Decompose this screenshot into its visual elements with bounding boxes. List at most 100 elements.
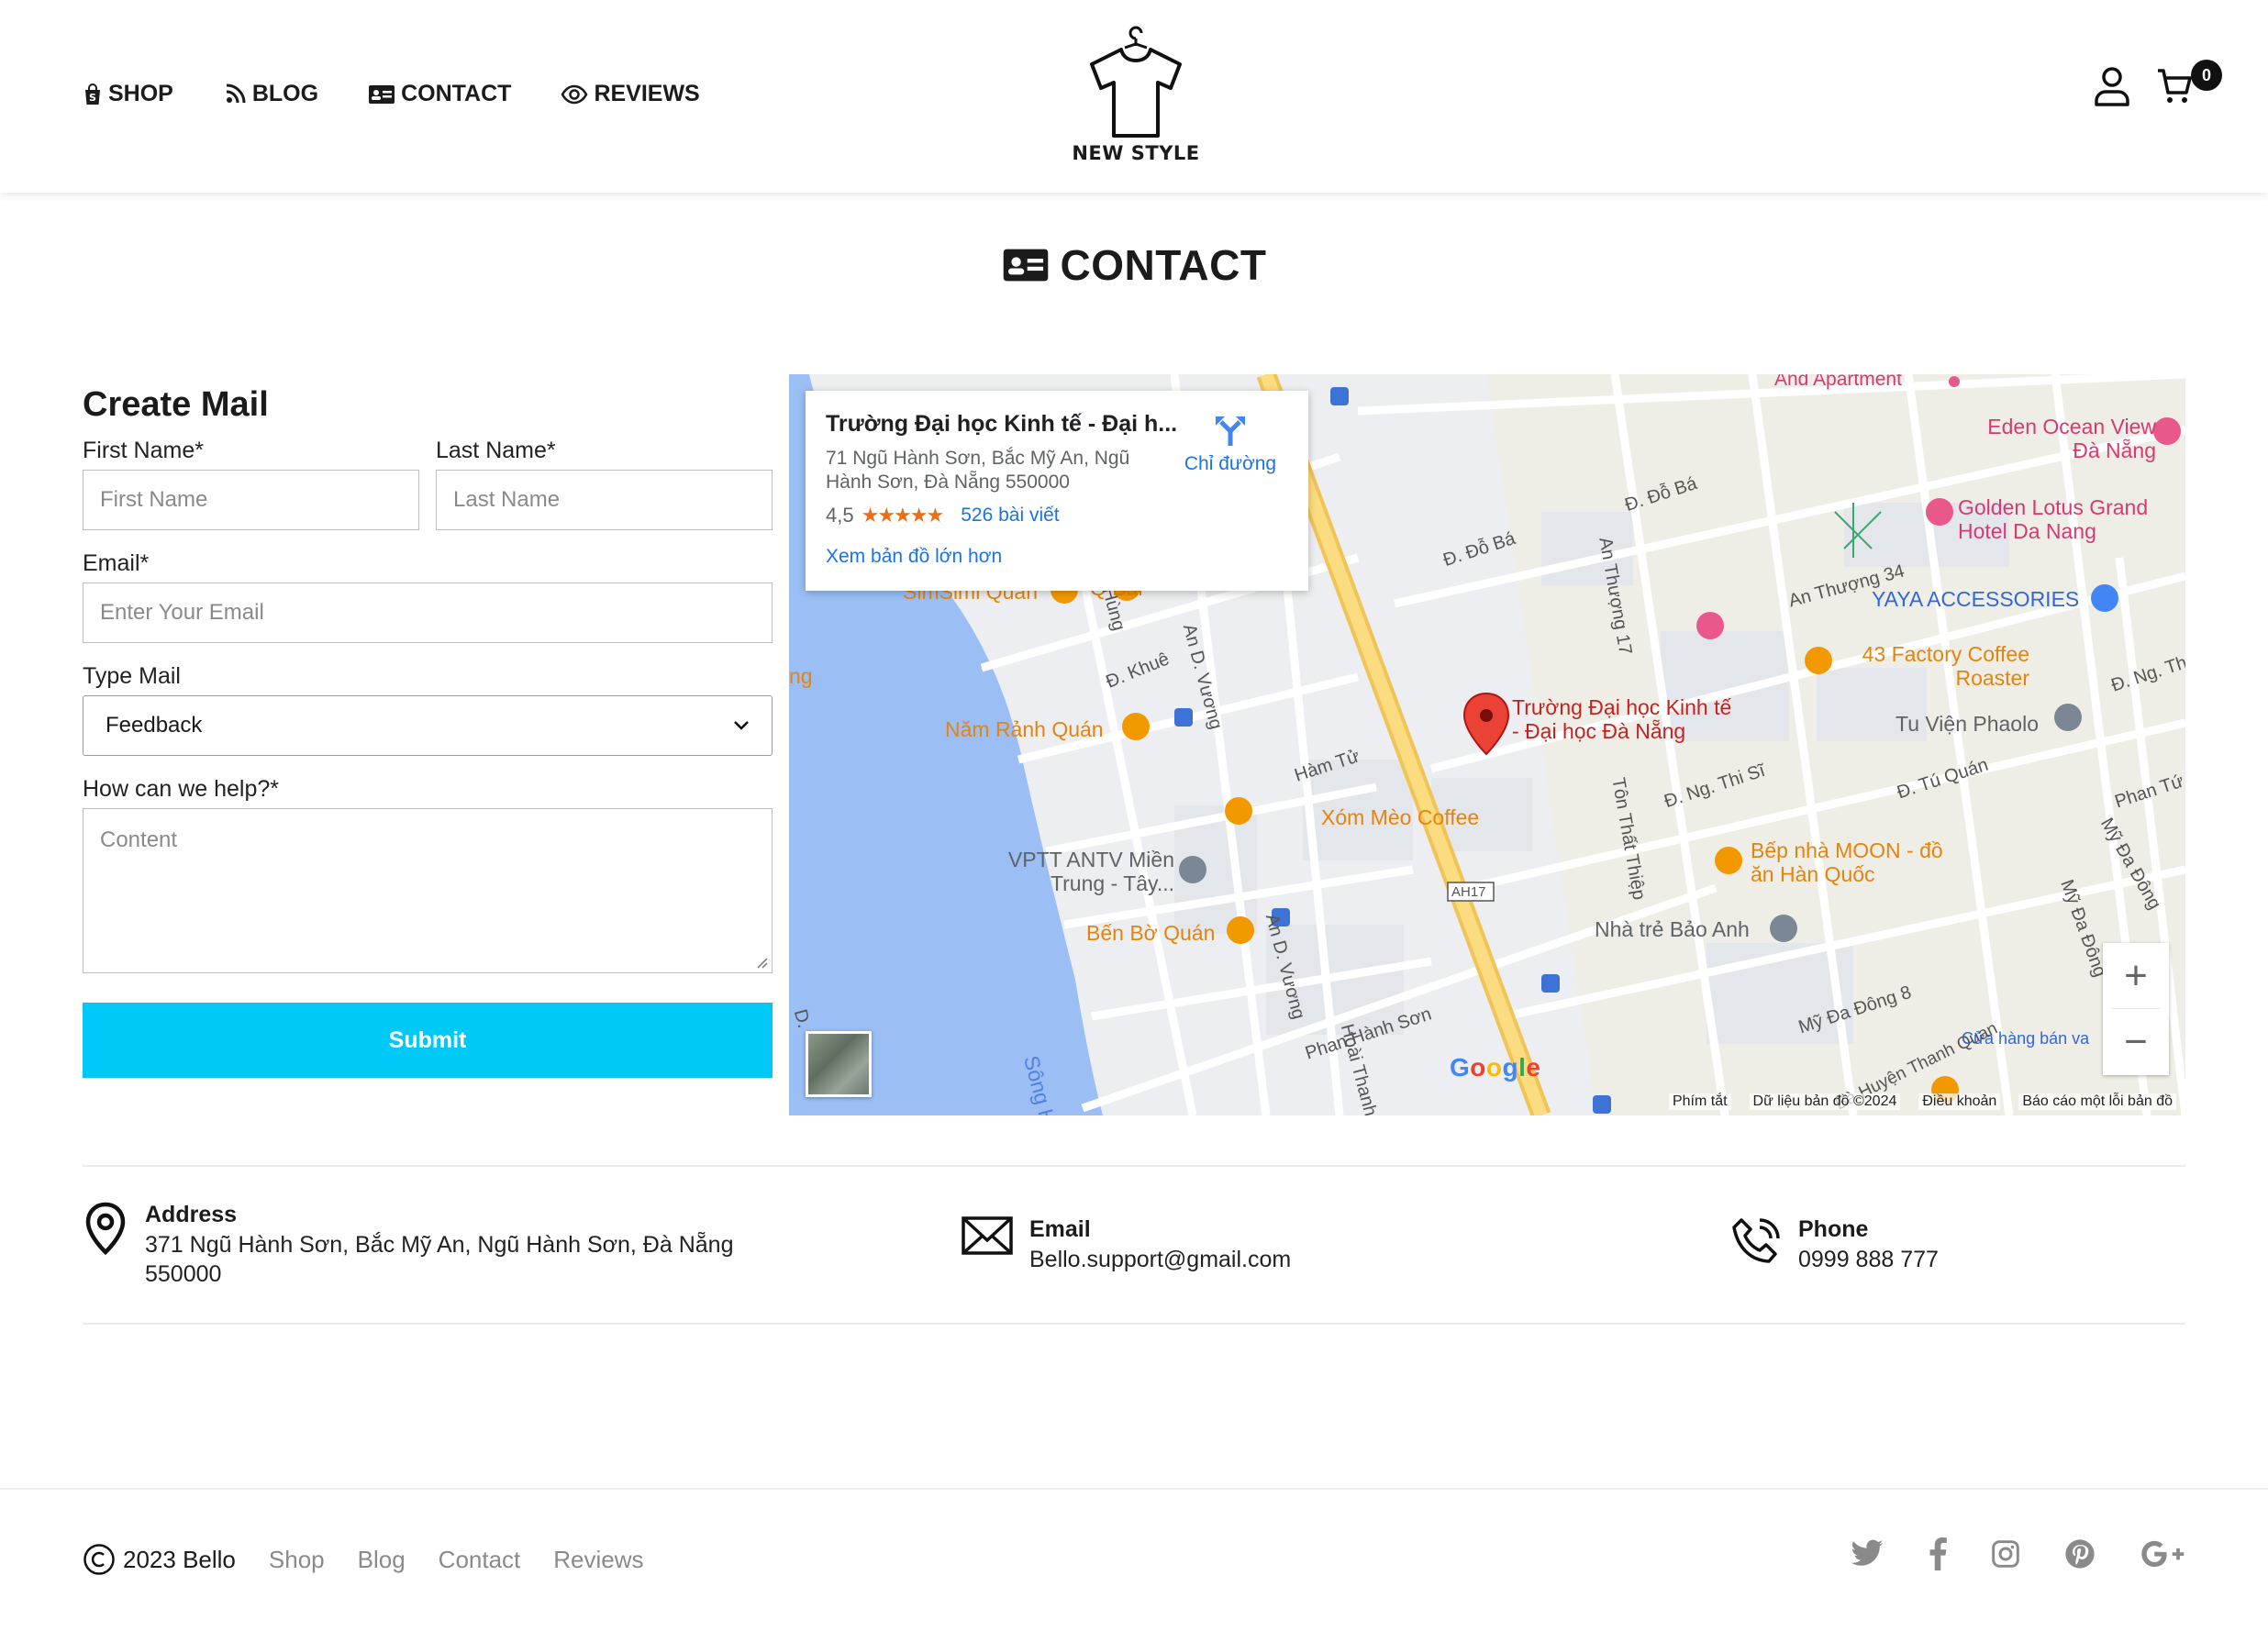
- map-label-nha-tre[interactable]: Nhà trẻ Bảo Anh: [1595, 917, 1750, 942]
- blog-icon: [226, 83, 246, 103]
- twitter-icon: [1851, 1539, 1884, 1566]
- brand-logo[interactable]: NEW STYLE: [1072, 24, 1200, 164]
- nav-blog[interactable]: BLOG: [223, 81, 318, 107]
- view-larger-map-link[interactable]: Xem bản đồ lớn hơn: [826, 546, 1288, 568]
- map-terms-link[interactable]: Điều khoản: [1918, 1093, 2001, 1110]
- footer-link-contact[interactable]: Contact: [439, 1546, 521, 1574]
- email-title: Email: [1029, 1216, 1091, 1242]
- place-rating: 4,5 ★★★★★ 526 bài viết: [826, 504, 1288, 527]
- eye-icon: [561, 84, 588, 104]
- google-map[interactable]: SimSimi Quán Q Bar Năm Rảnh Quán VPTT AN…: [789, 374, 2185, 1115]
- page-title-text: CONTACT: [1060, 241, 1267, 289]
- cart-icon: [2158, 69, 2192, 103]
- map-label-yaya[interactable]: YAYA ACCESSORIES: [1872, 587, 2079, 612]
- first-name-field[interactable]: First Name: [83, 470, 419, 530]
- map-label-cut-ng: ng: [789, 664, 813, 688]
- email-value[interactable]: Bello.support@gmail.com: [1029, 1245, 1291, 1274]
- header-actions: 0: [2094, 60, 2222, 111]
- map-label-bep-nha[interactable]: Bếp nhà MOON - đồ ăn Hàn Quốc: [1751, 838, 1952, 886]
- nav-contact[interactable]: CONTACT: [368, 81, 511, 107]
- svg-text:S: S: [89, 92, 96, 104]
- email-field[interactable]: Enter Your Email: [83, 582, 773, 643]
- site-header: S SHOP BLOG CONTACT REVIEWS NEW STYLE 0: [0, 0, 2268, 193]
- map-label-golden-lotus[interactable]: Golden Lotus Grand Hotel Da Nang: [1958, 495, 2169, 543]
- divider: [83, 1323, 2185, 1325]
- tshirt-hanger-icon: [1090, 26, 1182, 138]
- social-links: [1806, 1537, 2185, 1570]
- address-title: Address: [145, 1202, 238, 1227]
- content-textarea[interactable]: Content: [83, 808, 773, 973]
- map-data-credit: Dữ liệu bản đồ ©2024: [1749, 1093, 1901, 1110]
- facebook-link[interactable]: [1929, 1537, 1947, 1570]
- contact-card-icon: [369, 84, 395, 104]
- map-label-eden[interactable]: Eden Ocean View Đà Nẵng: [1982, 415, 2156, 462]
- google-plus-link[interactable]: [2140, 1539, 2185, 1569]
- resize-handle-icon[interactable]: [755, 956, 768, 969]
- envelope-icon: [962, 1216, 1013, 1255]
- footer-link-shop[interactable]: Shop: [269, 1546, 325, 1574]
- zoom-in-button[interactable]: +: [2103, 943, 2169, 1009]
- content-placeholder: Content: [100, 827, 178, 852]
- copyright-icon: [83, 1544, 115, 1575]
- facebook-icon: [1929, 1537, 1947, 1570]
- email-label: Email*: [83, 550, 150, 576]
- nav-shop-label: SHOP: [108, 81, 173, 106]
- footer-link-reviews[interactable]: Reviews: [553, 1546, 643, 1574]
- copyright: 2023 Bello: [83, 1543, 236, 1576]
- map-label-apartment[interactable]: And Apartment: [1774, 374, 1902, 391]
- last-name-field[interactable]: Last Name: [436, 470, 773, 530]
- map-label-factory[interactable]: 43 Factory Coffee Roaster: [1817, 642, 2029, 690]
- map-attribution: Phím tắt Dữ liệu bản đồ ©2024 Điều khoản…: [789, 1088, 2185, 1115]
- submit-button[interactable]: Submit: [83, 1003, 773, 1078]
- last-name-label: Last Name*: [436, 438, 556, 463]
- map-pin-icon: [85, 1202, 126, 1255]
- map-shortcuts-link[interactable]: Phím tắt: [1668, 1093, 1731, 1110]
- logo-text: NEW STYLE: [1072, 142, 1200, 164]
- footer-divider: [0, 1488, 2268, 1490]
- nav-reviews-label: REVIEWS: [594, 81, 700, 106]
- google-logo: Google: [1450, 1053, 1541, 1082]
- zoom-out-button[interactable]: −: [2103, 1009, 2169, 1075]
- nav-shop[interactable]: S SHOP: [83, 81, 173, 107]
- contact-card-icon: [1003, 249, 1048, 282]
- footer-link-blog[interactable]: Blog: [358, 1546, 406, 1574]
- phone-block: Phone 0999 888 777: [1730, 1216, 1939, 1274]
- copyright-text: 2023 Bello: [123, 1545, 236, 1573]
- place-info-card: Trường Đại học Kinh tế - Đại h... 71 Ngũ…: [806, 391, 1308, 591]
- directions-label: Chỉ đường: [1184, 453, 1277, 474]
- nav-reviews[interactable]: REVIEWS: [561, 81, 700, 107]
- type-mail-value: Feedback: [106, 713, 203, 738]
- cart-count-badge: 0: [2191, 60, 2222, 91]
- reviews-link[interactable]: 526 bài viết: [961, 505, 1059, 527]
- rating-value: 4,5: [826, 504, 854, 527]
- help-label: How can we help?*: [83, 776, 280, 802]
- divider: [83, 1165, 2185, 1167]
- cart-button[interactable]: 0: [2156, 60, 2222, 110]
- user-icon: [2095, 67, 2129, 106]
- google-plus-icon: [2141, 1540, 2185, 1568]
- site-footer: 2023 Bello Shop Blog Contact Reviews: [83, 1543, 677, 1576]
- account-button[interactable]: [2094, 66, 2130, 111]
- pinterest-icon: [2065, 1539, 2095, 1569]
- phone-value[interactable]: 0999 888 777: [1798, 1245, 1939, 1274]
- type-mail-select[interactable]: Feedback: [83, 695, 773, 756]
- first-name-label: First Name*: [83, 438, 204, 463]
- place-name: Trường Đại học Kinh tế - Đại h...: [826, 411, 1178, 437]
- map-label-xom-meo[interactable]: Xóm Mèo Coffee: [1321, 805, 1479, 830]
- map-label-vptt[interactable]: VPTT ANTV Miền Trung - Tây...: [991, 848, 1174, 895]
- map-label-tu-vien[interactable]: Tu Viện Phaolo: [1896, 712, 2039, 737]
- create-mail-form: Create Mail First Name* First Name Last …: [83, 385, 773, 1078]
- map-label-marker[interactable]: Trường Đại học Kinh tế - Đại học Đà Nẵng: [1512, 695, 1732, 743]
- phone-icon: [1732, 1218, 1780, 1263]
- pinterest-link[interactable]: [2064, 1538, 2096, 1570]
- map-label-ben-bo[interactable]: Bến Bờ Quán: [1086, 921, 1215, 946]
- directions-button[interactable]: Chỉ đường: [1180, 413, 1281, 475]
- email-block: Email Bello.support@gmail.com: [962, 1216, 1291, 1274]
- phone-title: Phone: [1798, 1216, 1869, 1242]
- rating-stars-icon: ★★★★★: [861, 504, 945, 527]
- instagram-link[interactable]: [1991, 1539, 2020, 1569]
- map-label-nam-ranh[interactable]: Năm Rảnh Quán: [945, 717, 1104, 742]
- address-value: 371 Ngũ Hành Sơn, Bắc Mỹ An, Ngũ Hành Sơ…: [145, 1232, 734, 1287]
- twitter-link[interactable]: [1850, 1539, 1884, 1569]
- map-report-link[interactable]: Báo cáo một lỗi bản đồ: [2018, 1093, 2176, 1110]
